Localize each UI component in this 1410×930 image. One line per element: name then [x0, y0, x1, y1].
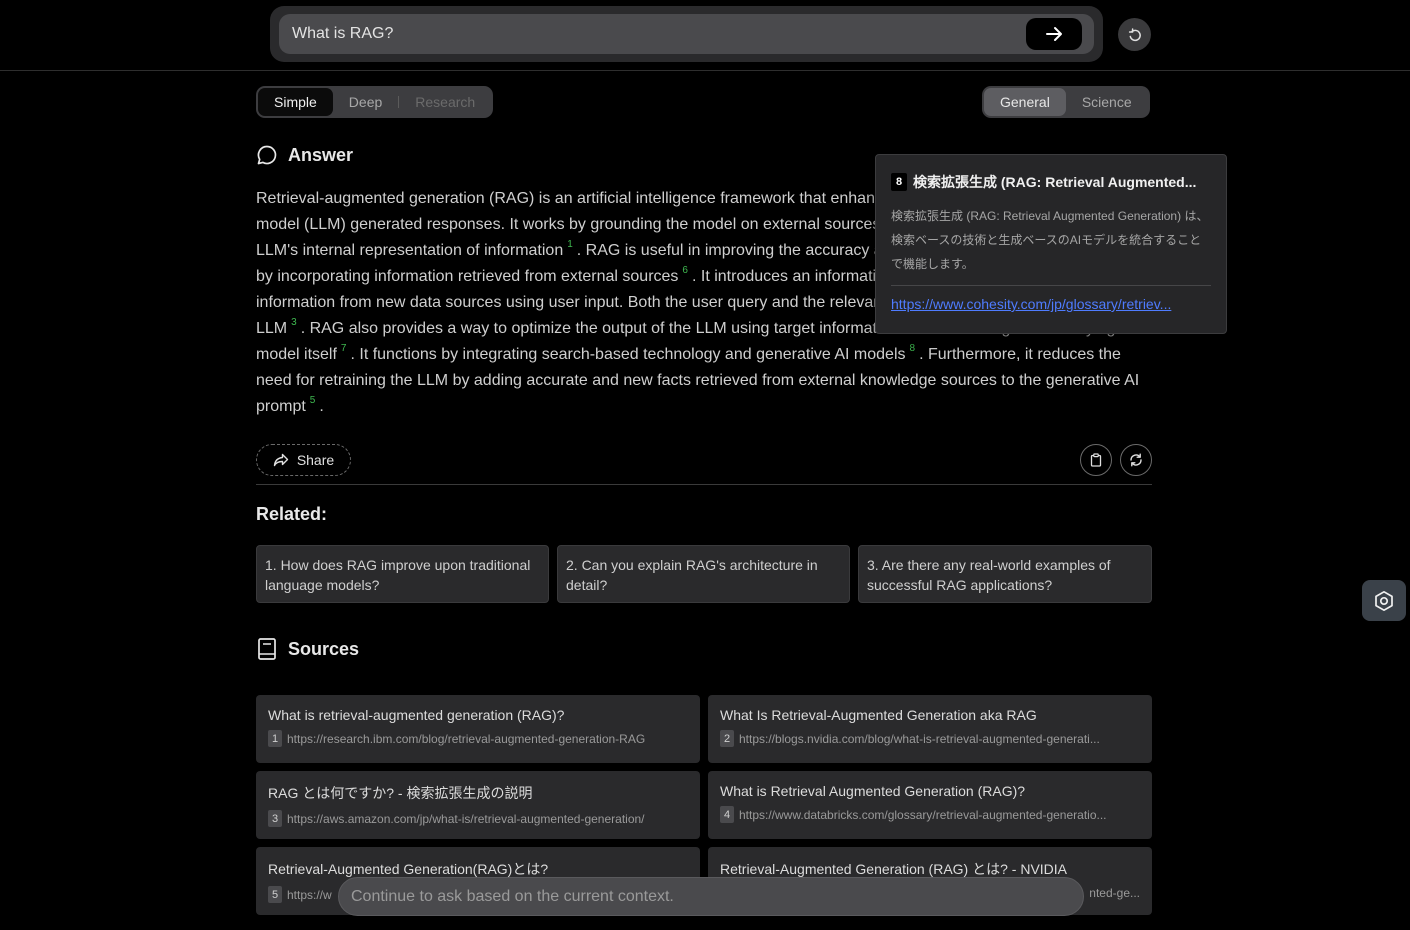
- tooltip-body: 検索拡張生成 (RAG: Retrieval Augmented Generat…: [891, 209, 1209, 271]
- search-box: [279, 14, 1094, 54]
- source-url[interactable]: nted-ge...: [1089, 886, 1140, 900]
- source-card[interactable]: What Is Retrieval-Augmented Generation a…: [708, 695, 1152, 763]
- tab-simple[interactable]: Simple: [258, 88, 333, 116]
- hexagon-settings-icon: [1375, 590, 1393, 611]
- source-title: What is Retrieval Augmented Generation (…: [720, 783, 1026, 799]
- source-meta: 1 https://research.ibm.com/blog/retrieval…: [268, 730, 688, 747]
- tooltip-divider: [891, 285, 1211, 286]
- source-card[interactable]: What is Retrieval Augmented Generation (…: [708, 771, 1152, 839]
- related-question[interactable]: 3. Are there any real-world examples of …: [858, 545, 1152, 603]
- regenerate-button[interactable]: [1120, 444, 1152, 476]
- share-label: Share: [296, 452, 335, 468]
- source-url[interactable]: https://research.ibm.com/blog/retrieval-…: [287, 732, 645, 746]
- continue-bar: [338, 877, 1084, 916]
- search-container: [270, 6, 1103, 62]
- top-bar: [0, 0, 1410, 71]
- source-title: RAG とは何ですか? - 検索拡張生成の説明: [268, 785, 533, 801]
- related-question[interactable]: 1. How does RAG improve upon traditional…: [256, 545, 549, 603]
- tooltip-link[interactable]: https://www.cohesity.com/jp/glossary/ret…: [891, 296, 1211, 312]
- continue-input[interactable]: [339, 878, 1083, 915]
- reset-button[interactable]: [1118, 18, 1151, 51]
- tab-research[interactable]: Research: [399, 88, 491, 116]
- domain-tabs: General Science: [982, 86, 1150, 118]
- related-question[interactable]: 2. Can you explain RAG's architecture in…: [557, 545, 850, 603]
- answer-heading-label: Answer: [288, 144, 354, 165]
- tooltip-header: 8 検索拡張生成 (RAG: Retrieval Augmented...: [891, 172, 1211, 192]
- citation-marker[interactable]: 6: [682, 265, 688, 276]
- source-title: Retrieval-Augmented Generation (RAG) とは?…: [720, 861, 1068, 877]
- source-number: 5: [268, 886, 282, 903]
- source-number: 3: [268, 810, 282, 827]
- source-card[interactable]: RAG とは何ですか? - 検索拡張生成の説明 3 https://aws.ama…: [256, 771, 700, 839]
- sources-heading-label: Sources: [288, 638, 360, 659]
- source-meta: 3 https://aws.amazon.com/jp/what-is/retri…: [268, 810, 688, 827]
- citation-tooltip: 8 検索拡張生成 (RAG: Retrieval Augmented... 検索…: [875, 154, 1227, 334]
- sources-heading: Sources: [256, 637, 359, 661]
- source-url[interactable]: https://blogs.nvidia.com/blog/what-is-re…: [739, 732, 1100, 746]
- arrow-right-icon: [1046, 27, 1062, 41]
- divider: [256, 484, 1152, 485]
- search-input[interactable]: [292, 14, 1012, 54]
- source-url[interactable]: https://aws.amazon.com/jp/what-is/retrie…: [287, 812, 645, 826]
- source-number: 4: [720, 806, 734, 823]
- citation-marker[interactable]: 1: [567, 239, 573, 250]
- floating-settings-button[interactable]: [1362, 580, 1406, 621]
- book-icon: [258, 638, 276, 660]
- citation-marker[interactable]: 5: [310, 395, 316, 406]
- answer-heading: Answer: [256, 144, 353, 166]
- share-icon: [273, 453, 289, 467]
- answer-segment: .: [319, 398, 324, 415]
- send-button[interactable]: [1026, 18, 1082, 50]
- source-number: 2: [720, 730, 734, 747]
- source-meta: 4 https://www.databricks.com/glossary/ret…: [720, 806, 1140, 823]
- copy-button[interactable]: [1080, 444, 1112, 476]
- tab-science[interactable]: Science: [1066, 88, 1148, 116]
- source-card[interactable]: What is retrieval-augmented generation (…: [256, 695, 700, 763]
- tab-deep[interactable]: Deep: [333, 88, 398, 116]
- refresh-icon: [1130, 453, 1142, 467]
- source-title: What is retrieval-augmented generation (…: [268, 707, 565, 723]
- clipboard-icon: [1090, 453, 1102, 467]
- source-meta: 2 https://blogs.nvidia.com/blog/what-is-r…: [720, 730, 1140, 747]
- citation-marker[interactable]: 8: [910, 343, 916, 354]
- chat-bubble-icon: [257, 145, 277, 165]
- source-title: Retrieval-Augmented Generation(RAG)とは?: [268, 861, 549, 877]
- citation-marker[interactable]: 3: [291, 317, 297, 328]
- source-title: What Is Retrieval-Augmented Generation a…: [720, 707, 1037, 723]
- citation-marker[interactable]: 7: [341, 343, 347, 354]
- tab-general[interactable]: General: [984, 88, 1066, 116]
- share-button[interactable]: Share: [256, 444, 351, 476]
- source-url[interactable]: https://w: [287, 888, 332, 902]
- undo-icon: [1128, 27, 1141, 41]
- tooltip-number: 8: [891, 173, 907, 191]
- related-title: Related:: [256, 504, 328, 524]
- source-number: 1: [268, 730, 282, 747]
- source-url[interactable]: https://www.databricks.com/glossary/retr…: [739, 808, 1107, 822]
- tooltip-title: 検索拡張生成 (RAG: Retrieval Augmented...: [913, 174, 1197, 190]
- answer-segment: . It functions by integrating search-bas…: [350, 346, 906, 363]
- mode-tabs: Simple Deep Research: [256, 86, 494, 118]
